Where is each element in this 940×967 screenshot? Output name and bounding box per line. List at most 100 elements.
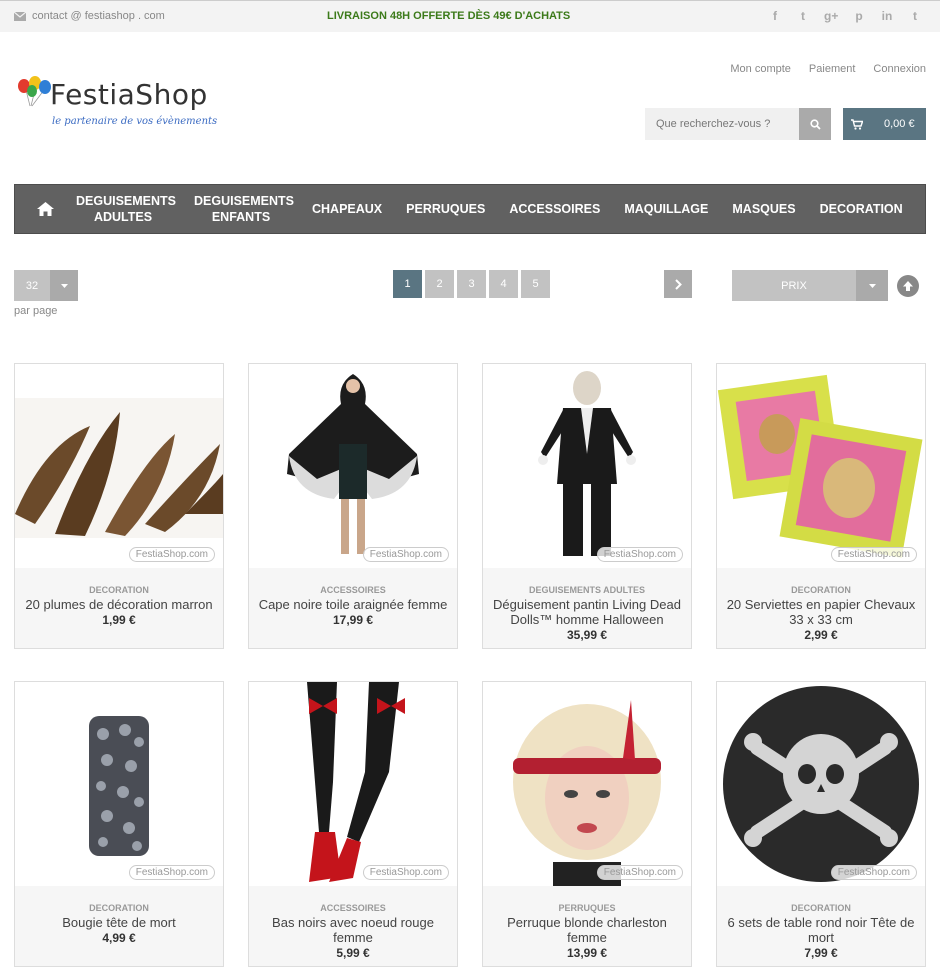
product-name[interactable]: Bas noirs avec noeud rouge femme: [253, 915, 453, 945]
product-image[interactable]: FestiaShop.com: [717, 682, 925, 886]
page-link-4[interactable]: 4: [489, 270, 518, 298]
product-category: DEGUISEMENTS ADULTES: [528, 585, 645, 595]
product-image[interactable]: FestiaShop.com: [249, 364, 457, 568]
product-image[interactable]: FestiaShop.com: [717, 364, 925, 568]
login-link[interactable]: Connexion: [873, 63, 926, 75]
product-name[interactable]: 6 sets de table rond noir Tête de mort: [721, 915, 921, 945]
watermark: FestiaShop.com: [128, 865, 215, 880]
shipping-promo: LIVRAISON 48H OFFERTE DÈS 49€ D'ACHATS: [327, 10, 571, 22]
sort-direction-button[interactable]: [897, 275, 919, 297]
product-price: 35,99 €: [566, 628, 608, 642]
pinterest-icon[interactable]: p: [852, 9, 866, 23]
watermark: FestiaShop.com: [362, 547, 449, 562]
page-link-2[interactable]: 2: [425, 270, 454, 298]
site-logo[interactable]: FestiaShop le partenaire de vos évènemen…: [16, 76, 226, 148]
product-name[interactable]: Déguisement pantin Living Dead Dolls™ ho…: [487, 597, 687, 627]
home-icon: [37, 202, 54, 216]
product-category: PERRUQUES: [558, 903, 616, 913]
linkedin-icon[interactable]: in: [880, 9, 894, 23]
watermark: FestiaShop.com: [830, 547, 917, 562]
product-card[interactable]: FestiaShop.com ACCESSOIRES Cape noire to…: [248, 363, 458, 649]
product-name[interactable]: Bougie tête de mort: [19, 915, 219, 930]
cart-amount: 0,00 €: [884, 118, 915, 130]
product-card[interactable]: FestiaShop.com PERRUQUES Perruque blonde…: [482, 681, 692, 967]
next-page-button[interactable]: [664, 270, 692, 298]
product-image[interactable]: FestiaShop.com: [483, 682, 691, 886]
per-page-select[interactable]: 32: [14, 270, 78, 301]
payment-link[interactable]: Paiement: [809, 63, 855, 75]
product-image[interactable]: FestiaShop.com: [15, 364, 223, 568]
account-links: Mon compte Paiement Connexion: [730, 63, 926, 75]
product-card[interactable]: FestiaShop.com ACCESSOIRES Bas noirs ave…: [248, 681, 458, 967]
product-price: 7,99 €: [804, 946, 838, 960]
twitter-icon[interactable]: t: [796, 9, 810, 23]
per-page-label: par page: [14, 305, 58, 317]
logo-name: FestiaShop: [50, 78, 208, 111]
nav-item-decoration[interactable]: DECORATION: [820, 201, 903, 217]
watermark: FestiaShop.com: [362, 865, 449, 880]
sort-select[interactable]: PRIX: [732, 270, 888, 301]
product-price: 2,99 €: [804, 628, 838, 642]
home-link[interactable]: [37, 199, 54, 219]
product-card[interactable]: FestiaShop.com DEGUISEMENTS ADULTES Dégu…: [482, 363, 692, 649]
my-account-link[interactable]: Mon compte: [730, 63, 791, 75]
nav-item-maquillage[interactable]: MAQUILLAGE: [624, 201, 708, 217]
product-category: DECORATION: [791, 903, 851, 913]
product-category: ACCESSOIRES: [320, 903, 386, 913]
nav-item-chapeaux[interactable]: CHAPEAUX: [312, 201, 382, 217]
arrow-up-icon: [903, 281, 913, 291]
search-input[interactable]: [645, 108, 799, 140]
facebook-icon[interactable]: f: [768, 9, 782, 23]
balloons-icon: [18, 76, 51, 107]
product-price: 5,99 €: [336, 946, 370, 960]
google-plus-icon[interactable]: g+: [824, 9, 838, 23]
product-image[interactable]: FestiaShop.com: [249, 682, 457, 886]
contact-email-text: contact @ festiashop . com: [32, 10, 165, 22]
per-page-value: 32: [14, 270, 50, 301]
product-price: 17,99 €: [332, 613, 374, 627]
product-name[interactable]: 20 plumes de décoration marron: [19, 597, 219, 612]
envelope-icon: [14, 11, 26, 21]
sort-value: PRIX: [732, 270, 856, 301]
product-category: DECORATION: [791, 585, 851, 595]
nav-item-perruques[interactable]: PERRUQUES: [406, 201, 485, 217]
product-card[interactable]: FestiaShop.com DECORATION 20 Serviettes …: [716, 363, 926, 649]
product-price: 13,99 €: [566, 946, 608, 960]
product-image[interactable]: FestiaShop.com: [483, 364, 691, 568]
nav-item-deguisements-enfants[interactable]: DEGUISEMENTS ENFANTS: [194, 193, 294, 225]
watermark: FestiaShop.com: [830, 865, 917, 880]
watermark: FestiaShop.com: [596, 547, 683, 562]
product-category: DECORATION: [89, 585, 149, 595]
product-name[interactable]: 20 Serviettes en papier Chevaux 33 x 33 …: [721, 597, 921, 627]
product-name[interactable]: Perruque blonde charleston femme: [487, 915, 687, 945]
caret-down-icon: [50, 270, 78, 301]
nav-item-accessoires[interactable]: ACCESSOIRES: [509, 201, 600, 217]
search-bar: [645, 108, 831, 140]
tumblr-icon[interactable]: t: [908, 9, 922, 23]
product-card[interactable]: FestiaShop.com DECORATION 20 plumes de d…: [14, 363, 224, 649]
search-icon: [809, 118, 821, 130]
nav-item-masques[interactable]: MASQUES: [732, 201, 795, 217]
page-link-5[interactable]: 5: [521, 270, 550, 298]
product-card[interactable]: FestiaShop.com DECORATION Bougie tête de…: [14, 681, 224, 967]
caret-down-icon: [856, 270, 888, 301]
page-link-1[interactable]: 1: [393, 270, 422, 298]
header: FestiaShop le partenaire de vos évènemen…: [0, 32, 940, 184]
top-bar: contact @ festiashop . com LIVRAISON 48H…: [0, 0, 940, 32]
product-card[interactable]: FestiaShop.com DECORATION 6 sets de tabl…: [716, 681, 926, 967]
product-image[interactable]: FestiaShop.com: [15, 682, 223, 886]
product-price: 4,99 €: [102, 931, 136, 945]
cart-icon: [843, 118, 871, 130]
product-name[interactable]: Cape noire toile araignée femme: [253, 597, 453, 612]
search-button[interactable]: [799, 108, 831, 140]
main-nav: DEGUISEMENTS ADULTES DEGUISEMENTS ENFANT…: [14, 184, 926, 234]
chevron-right-icon: [674, 278, 682, 290]
product-price: 1,99 €: [102, 613, 136, 627]
page-link-3[interactable]: 3: [457, 270, 486, 298]
cart-button[interactable]: 0,00 €: [843, 108, 926, 140]
product-category: DECORATION: [89, 903, 149, 913]
pagination: 1 2 3 4 5: [393, 270, 550, 298]
contact-email[interactable]: contact @ festiashop . com: [14, 10, 165, 22]
logo-tagline: le partenaire de vos évènements: [52, 116, 218, 127]
nav-item-deguisements-adultes[interactable]: DEGUISEMENTS ADULTES: [76, 193, 176, 225]
